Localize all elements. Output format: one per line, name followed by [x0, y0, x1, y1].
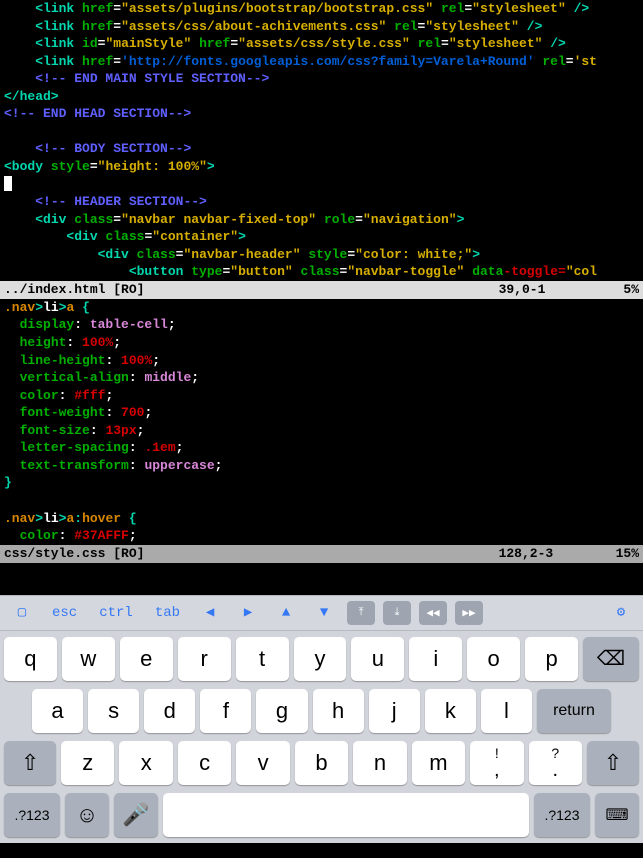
key-f[interactable]: f	[200, 689, 251, 733]
key-q[interactable]: q	[4, 637, 57, 681]
key-d[interactable]: d	[144, 689, 195, 733]
forward-icon[interactable]: ▶▶	[455, 601, 483, 625]
shift-key[interactable]: ⇧	[4, 741, 56, 785]
code-line: </head>	[0, 88, 643, 106]
key-m[interactable]: m	[412, 741, 465, 785]
code-line	[0, 175, 643, 193]
return-key[interactable]: return	[537, 689, 611, 733]
page-up-icon[interactable]: ⤒	[347, 601, 375, 625]
code-line: line-height: 100%;	[0, 352, 643, 370]
code-line: text-transform: uppercase;	[0, 457, 643, 475]
key-j[interactable]: j	[369, 689, 420, 733]
code-line: <link href="assets/css/about-achivements…	[0, 18, 643, 36]
editor-pane-2[interactable]: .nav>li>a { display: table-cell; height:…	[0, 299, 643, 545]
key-k[interactable]: k	[425, 689, 476, 733]
key-t[interactable]: t	[236, 637, 289, 681]
tab-key[interactable]: tab	[145, 598, 190, 628]
arrow-left-icon[interactable]: ◀	[192, 598, 228, 628]
command-area[interactable]	[0, 563, 643, 595]
key-p[interactable]: p	[525, 637, 578, 681]
ctrl-key[interactable]: ctrl	[89, 598, 143, 628]
editor-pane-1[interactable]: <link href="assets/plugins/bootstrap/boo…	[0, 0, 643, 281]
status-pct-2: 15%	[616, 546, 639, 561]
code-line: letter-spacing: .1em;	[0, 439, 643, 457]
numeric-key-right[interactable]: .?123	[534, 793, 590, 837]
code-line: color: #fff;	[0, 387, 643, 405]
status-pct-1: 5%	[623, 282, 639, 297]
key-a[interactable]: a	[32, 689, 83, 733]
accessory-toolbar: ▢ esc ctrl tab ◀ ▶ ▲ ▼ ⤒ ⤓ ◀◀ ▶▶ ⚙	[0, 595, 643, 631]
status-bar-1: ../index.html [RO] 39,0-1 5%	[0, 281, 643, 299]
status-file-1: ../index.html [RO]	[4, 281, 144, 299]
arrow-right-icon[interactable]: ▶	[230, 598, 266, 628]
key-e[interactable]: e	[120, 637, 173, 681]
code-line: <button type="button" class="navbar-togg…	[0, 263, 643, 281]
code-line: <div class="container">	[0, 228, 643, 246]
key-o[interactable]: o	[467, 637, 520, 681]
key-x[interactable]: x	[119, 741, 172, 785]
code-line: .nav>li>a {	[0, 299, 643, 317]
key-c[interactable]: c	[178, 741, 231, 785]
status-pos-2: 128,2-3	[499, 546, 554, 561]
code-line	[0, 123, 643, 141]
key-r[interactable]: r	[178, 637, 231, 681]
key-period[interactable]: ?.	[529, 741, 582, 785]
key-n[interactable]: n	[353, 741, 406, 785]
numeric-key-left[interactable]: .?123	[4, 793, 60, 837]
mic-key[interactable]: 🎤	[114, 793, 158, 837]
code-line: font-weight: 700;	[0, 404, 643, 422]
key-g[interactable]: g	[256, 689, 307, 733]
key-v[interactable]: v	[236, 741, 289, 785]
code-line: <!-- HEADER SECTION-->	[0, 193, 643, 211]
status-bar-2: css/style.css [RO] 128,2-3 15%	[0, 545, 643, 563]
code-line: <div class="navbar-header" style="color:…	[0, 246, 643, 264]
code-line: <!-- BODY SECTION-->	[0, 140, 643, 158]
key-h[interactable]: h	[313, 689, 364, 733]
code-line: <!-- END HEAD SECTION-->	[0, 105, 643, 123]
code-line: vertical-align: middle;	[0, 369, 643, 387]
arrow-up-icon[interactable]: ▲	[268, 598, 304, 628]
key-i[interactable]: i	[409, 637, 462, 681]
code-line: <link href='http://fonts.googleapis.com/…	[0, 53, 643, 71]
esc-key[interactable]: esc	[42, 598, 87, 628]
clipboard-icon[interactable]: ▢	[4, 598, 40, 628]
code-line: <link id="mainStyle" href="assets/css/st…	[0, 35, 643, 53]
code-line: <div class="navbar navbar-fixed-top" rol…	[0, 211, 643, 229]
code-line: <body style="height: 100%">	[0, 158, 643, 176]
emoji-key[interactable]: ☺	[65, 793, 109, 837]
key-y[interactable]: y	[294, 637, 347, 681]
code-line: <link href="assets/plugins/bootstrap/boo…	[0, 0, 643, 18]
key-s[interactable]: s	[88, 689, 139, 733]
shift-key-right[interactable]: ⇧	[587, 741, 639, 785]
key-l[interactable]: l	[481, 689, 532, 733]
key-comma[interactable]: !,	[470, 741, 523, 785]
code-line	[0, 492, 643, 510]
space-key[interactable]	[163, 793, 529, 837]
arrow-down-icon[interactable]: ▼	[306, 598, 342, 628]
dismiss-keyboard-key[interactable]: ⌨	[595, 793, 639, 837]
key-b[interactable]: b	[295, 741, 348, 785]
code-line: }	[0, 474, 643, 492]
code-line: display: table-cell;	[0, 316, 643, 334]
key-z[interactable]: z	[61, 741, 114, 785]
rewind-icon[interactable]: ◀◀	[419, 601, 447, 625]
delete-key[interactable]: ⌫	[583, 637, 639, 681]
code-line: height: 100%;	[0, 334, 643, 352]
settings-icon[interactable]: ⚙	[603, 598, 639, 628]
code-line: font-size: 13px;	[0, 422, 643, 440]
status-pos-1: 39,0-1	[499, 282, 546, 297]
code-line: .nav>li>a:hover {	[0, 510, 643, 528]
keyboard: qwertyuiop⌫ asdfghjklreturn ⇧ zxcvbnm!,?…	[0, 631, 643, 843]
code-line: color: #37AFFF;	[0, 527, 643, 545]
status-file-2: css/style.css [RO]	[4, 545, 144, 563]
code-line: <!-- END MAIN STYLE SECTION-->	[0, 70, 643, 88]
page-down-icon[interactable]: ⤓	[383, 601, 411, 625]
key-w[interactable]: w	[62, 637, 115, 681]
key-u[interactable]: u	[351, 637, 404, 681]
